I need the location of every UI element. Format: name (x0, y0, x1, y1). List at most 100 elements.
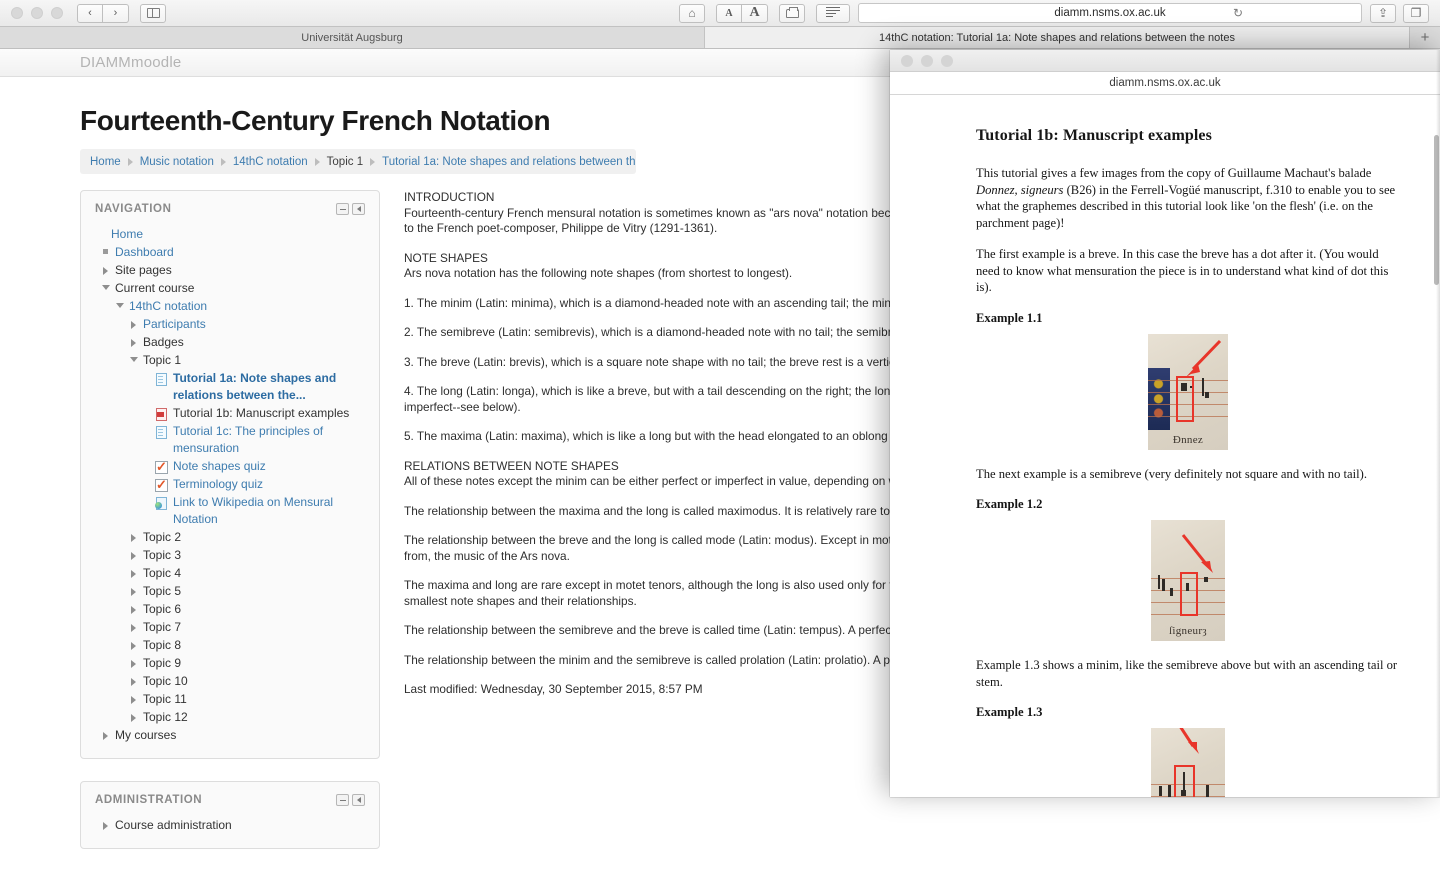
expand-toggle[interactable] (127, 691, 140, 704)
nav-item-topic-12[interactable]: Topic 12 (127, 708, 365, 726)
nav-item-my-courses[interactable]: My courses (99, 726, 365, 744)
nav-item-topic-7[interactable]: Topic 7 (127, 618, 365, 636)
nav-item-label: Topic 7 (143, 619, 182, 634)
dock-left-icon[interactable] (352, 794, 365, 806)
expand-toggle[interactable] (127, 601, 140, 614)
new-tab-button[interactable]: + (1410, 27, 1440, 48)
collapse-toggle[interactable] (99, 280, 112, 290)
illuminated-initial (1148, 367, 1170, 430)
collapse-toggle[interactable] (113, 298, 126, 308)
nav-item-14thc-notation[interactable]: 14thC notation (113, 297, 365, 315)
chevron-right-icon (131, 569, 136, 578)
expand-toggle[interactable] (127, 547, 140, 560)
breadcrumb-item[interactable]: 14thC notation (233, 156, 308, 168)
nav-item-terminology-quiz[interactable]: Terminology quiz (141, 475, 365, 493)
nav-item-topic-2[interactable]: Topic 2 (127, 528, 365, 546)
nav-item-home[interactable]: Home (95, 225, 365, 243)
nav-item-link-to-wikipedia-on-mensural-notation[interactable]: Link to Wikipedia on Mensural Notation (141, 493, 365, 528)
pdf-close-window-button[interactable] (901, 54, 913, 67)
nav-item-topic-6[interactable]: Topic 6 (127, 600, 365, 618)
minus-icon[interactable] (336, 203, 349, 215)
bullet-marker[interactable] (99, 244, 112, 254)
tab-universitat-augsburg[interactable]: Universität Augsburg (0, 27, 705, 48)
nav-item-tutorial-1b-manuscript-examples[interactable]: Tutorial 1b: Manuscript examples (141, 404, 365, 422)
zoom-window-button[interactable] (51, 7, 63, 19)
text-size-buttons: A A (716, 3, 768, 23)
window-right-edge (1436, 50, 1440, 797)
sidebar-toggle-button[interactable] (140, 3, 166, 23)
pdf-zoom-window-button[interactable] (941, 54, 953, 67)
nav-item-topic-11[interactable]: Topic 11 (127, 690, 365, 708)
text-larger-label: A (749, 5, 760, 20)
pdf-preview-window[interactable]: diamm.nsms.ox.ac.uk Tutorial 1b: Manuscr… (890, 50, 1440, 797)
chevron-down-icon (129, 356, 138, 362)
print-button[interactable] (779, 3, 805, 23)
nav-item-label: Topic 5 (143, 583, 182, 598)
tab-label: Universität Augsburg (301, 31, 403, 44)
address-bar[interactable]: diamm.nsms.ox.ac.uk ↻ (858, 3, 1362, 23)
pdf-window-address-bar[interactable]: diamm.nsms.ox.ac.uk (890, 72, 1440, 95)
collapse-toggle[interactable] (127, 352, 140, 362)
expand-toggle[interactable] (127, 619, 140, 632)
home-button[interactable]: ⌂ (679, 3, 705, 23)
expand-toggle[interactable] (99, 262, 112, 275)
nav-item-dashboard[interactable]: Dashboard (99, 243, 365, 261)
content-paragraph: All of these notes except the minim can … (404, 474, 904, 488)
chevron-right-icon (131, 605, 136, 614)
nav-item-current-course[interactable]: Current course (99, 279, 365, 297)
pdf-minimize-window-button[interactable] (921, 54, 933, 67)
nav-item-topic-3[interactable]: Topic 3 (127, 546, 365, 564)
nav-item-tutorial-1c-the-principles-of-mensuratio[interactable]: Tutorial 1c: The principles of mensurati… (141, 422, 365, 457)
pdf-paragraph-4: Example 1.3 shows a minim, like the semi… (976, 658, 1398, 689)
expand-toggle[interactable] (127, 529, 140, 542)
expand-toggle[interactable] (127, 709, 140, 722)
content-paragraph: 1. The minim (Latin: minima), which is a… (404, 295, 904, 310)
breadcrumb-item[interactable]: Music notation (140, 156, 214, 168)
breadcrumb-item[interactable]: Tutorial 1a: Note shapes and relations b… (382, 156, 636, 168)
reload-icon[interactable]: ↻ (1233, 6, 1243, 20)
nav-item-badges[interactable]: Badges (127, 333, 365, 351)
admin-item-course-administration[interactable]: Course administration (99, 816, 365, 834)
expand-toggle[interactable] (99, 817, 112, 830)
pdf-window-titlebar[interactable] (890, 50, 1440, 72)
minus-icon[interactable] (336, 794, 349, 806)
expand-toggle[interactable] (127, 583, 140, 596)
nav-item-label: Topic 4 (143, 565, 182, 580)
back-button[interactable]: ‹ (77, 3, 103, 23)
close-window-button[interactable] (11, 7, 23, 19)
nav-item-label: Topic 1 (143, 352, 182, 367)
nav-item-topic-8[interactable]: Topic 8 (127, 636, 365, 654)
share-button[interactable]: ⇪ (1370, 3, 1396, 23)
expand-toggle[interactable] (127, 655, 140, 668)
minimize-window-button[interactable] (31, 7, 43, 19)
nav-item-topic-5[interactable]: Topic 5 (127, 582, 365, 600)
expand-toggle[interactable] (99, 727, 112, 740)
nav-item-topic-1[interactable]: Topic 1 (127, 351, 365, 369)
nav-item-participants[interactable]: Participants (127, 315, 365, 333)
reader-view-button[interactable] (816, 3, 850, 23)
expand-toggle[interactable] (127, 334, 140, 347)
text-larger-button[interactable]: A (742, 3, 768, 23)
nav-item-topic-4[interactable]: Topic 4 (127, 564, 365, 582)
expand-toggle[interactable] (127, 673, 140, 686)
nav-item-site-pages[interactable]: Site pages (99, 261, 365, 279)
breadcrumb-separator-icon (370, 157, 376, 166)
expand-toggle[interactable] (127, 637, 140, 650)
home-icon: ⌂ (688, 6, 696, 20)
nav-item-note-shapes-quiz[interactable]: Note shapes quiz (141, 457, 365, 475)
dock-left-icon[interactable] (352, 203, 365, 215)
administration-block: ADMINISTRATION Course administration (80, 781, 380, 849)
nav-item-topic-10[interactable]: Topic 10 (127, 672, 365, 690)
forward-button[interactable]: › (103, 3, 129, 23)
tab-14thc-notation-tutorial-1a[interactable]: 14thC notation: Tutorial 1a: Note shapes… (705, 27, 1410, 48)
site-brand-logo[interactable]: DIAMMmoodle (80, 54, 181, 71)
nav-item-topic-9[interactable]: Topic 9 (127, 654, 365, 672)
new-tab-label: + (1420, 29, 1430, 46)
nav-item-tutorial-1a-note-shapes-and-relations-be[interactable]: Tutorial 1a: Note shapes and relations b… (141, 369, 365, 404)
show-all-tabs-button[interactable]: ❐ (1403, 3, 1429, 23)
text-smaller-button[interactable]: A (716, 3, 742, 23)
expand-toggle[interactable] (127, 316, 140, 329)
breadcrumb-item[interactable]: Home (90, 156, 121, 168)
expand-toggle[interactable] (127, 565, 140, 578)
nav-item-label: Topic 9 (143, 655, 182, 670)
